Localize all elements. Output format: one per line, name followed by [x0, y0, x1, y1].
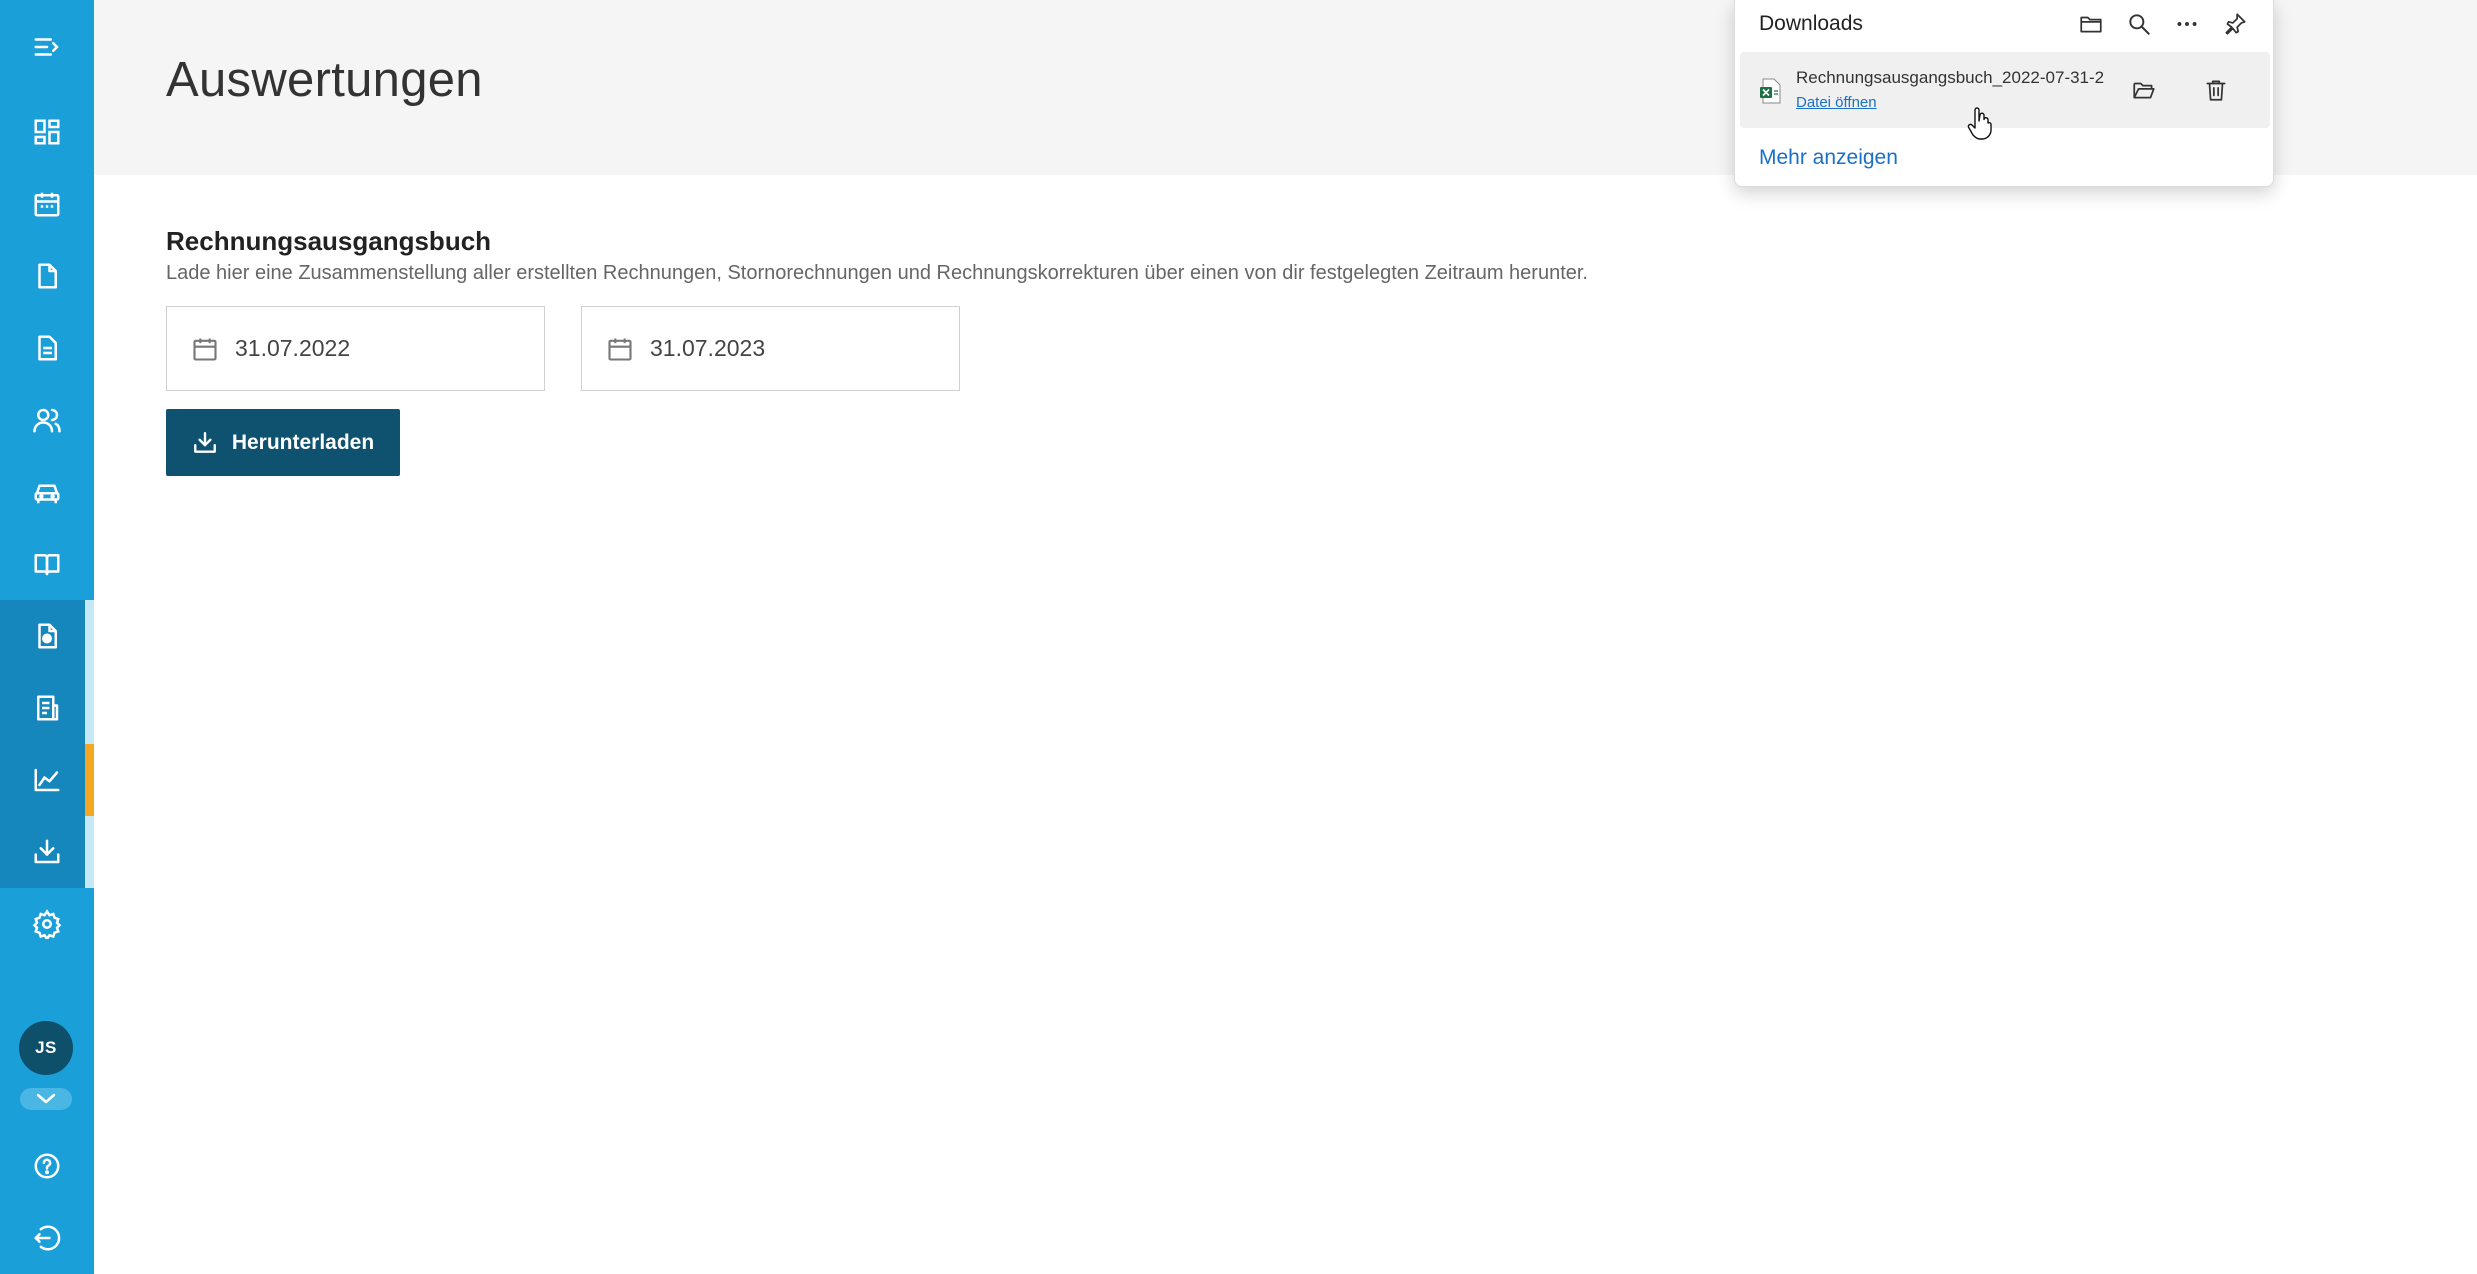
sidebar-item-edge [85, 600, 94, 672]
open-downloads-folder-button[interactable] [2073, 6, 2109, 42]
search-downloads-button[interactable] [2121, 6, 2157, 42]
download-item[interactable]: Rechnungsausgangsbuch_2022-07-31-2 Datei… [1740, 52, 2270, 128]
show-more-link[interactable]: Mehr anzeigen [1759, 146, 1898, 170]
report-list-icon [37, 695, 59, 721]
pin-downloads-button[interactable] [2217, 6, 2253, 42]
download-file-name: Rechnungsausgangsbuch_2022-07-31-2 [1796, 68, 2105, 87]
gear-icon [32, 909, 62, 939]
menu-collapse-icon [34, 38, 59, 56]
sidebar-item-calendar[interactable] [0, 168, 94, 240]
show-in-folder-button[interactable] [2124, 70, 2164, 110]
downloads-title: Downloads [1759, 12, 1863, 35]
sidebar-item-edge [85, 672, 94, 744]
folder-icon [2080, 16, 2102, 33]
book-icon [34, 554, 60, 576]
logout-icon [34, 1225, 61, 1251]
more-options-button[interactable] [2169, 6, 2205, 42]
delete-download-button[interactable] [2196, 70, 2236, 110]
receipt-check-icon [38, 623, 57, 649]
section-title: Rechnungsausgangsbuch [166, 226, 492, 256]
sidebar-item-reports[interactable] [0, 672, 94, 744]
pin-icon [2225, 13, 2246, 35]
sidebar-item-documents[interactable] [0, 240, 94, 312]
dashboard-icon [34, 119, 60, 145]
more-horizontal-icon [2177, 22, 2197, 26]
sidebar-item-downloads[interactable] [0, 816, 94, 888]
document-icon [38, 263, 57, 289]
sidebar-menu-toggle[interactable] [0, 11, 94, 83]
sidebar-item-evaluations[interactable] [0, 744, 94, 816]
hand-cursor-icon [1967, 107, 1992, 140]
sidebar-active-marker [85, 744, 94, 816]
excel-file-icon [1760, 78, 1781, 104]
calendar-icon [34, 192, 60, 217]
chevron-down-icon [36, 1093, 56, 1104]
user-initials: JS [35, 1038, 57, 1057]
user-menu-toggle[interactable] [20, 1088, 72, 1110]
help-icon [34, 1153, 60, 1179]
calendar-icon [608, 338, 632, 361]
sidebar-item-receipts[interactable] [0, 600, 94, 672]
calendar-icon [193, 338, 217, 361]
sidebar-item-dashboard[interactable] [0, 96, 94, 168]
sidebar-help[interactable] [0, 1130, 94, 1202]
chart-line-icon [34, 768, 60, 792]
open-file-link[interactable]: Datei öffnen [1796, 94, 1877, 111]
trash-icon [2206, 80, 2226, 101]
sidebar: JS [0, 0, 94, 1274]
search-icon [2129, 14, 2150, 35]
download-button-label: Herunterladen [231, 430, 375, 454]
folder-open-icon [2133, 82, 2155, 99]
sidebar-logout[interactable] [0, 1202, 94, 1274]
sidebar-item-edge [85, 816, 94, 888]
date-from-field[interactable] [166, 306, 545, 391]
sidebar-item-settings[interactable] [0, 888, 94, 960]
users-icon [33, 408, 61, 433]
sidebar-item-vehicles[interactable] [0, 456, 94, 528]
sidebar-item-handbook[interactable] [0, 528, 94, 600]
date-to-field[interactable] [581, 306, 960, 391]
download-button[interactable]: Herunterladen [166, 409, 400, 476]
date-to-input[interactable] [650, 335, 900, 362]
sidebar-item-invoices[interactable] [0, 312, 94, 384]
page-title: Auswertungen [166, 53, 483, 107]
downloads-panel: Downloads Rechnungsausgangsbuch_2022-07-… [1734, 0, 2274, 187]
section-description: Lade hier eine Zusammenstellung aller er… [166, 262, 1588, 284]
download-icon [193, 431, 216, 453]
car-icon [34, 484, 60, 504]
sidebar-item-customers[interactable] [0, 384, 94, 456]
user-avatar[interactable]: JS [19, 1021, 73, 1075]
date-from-input[interactable] [235, 335, 485, 362]
invoice-list-icon [38, 335, 57, 361]
download-tray-icon [34, 839, 60, 864]
